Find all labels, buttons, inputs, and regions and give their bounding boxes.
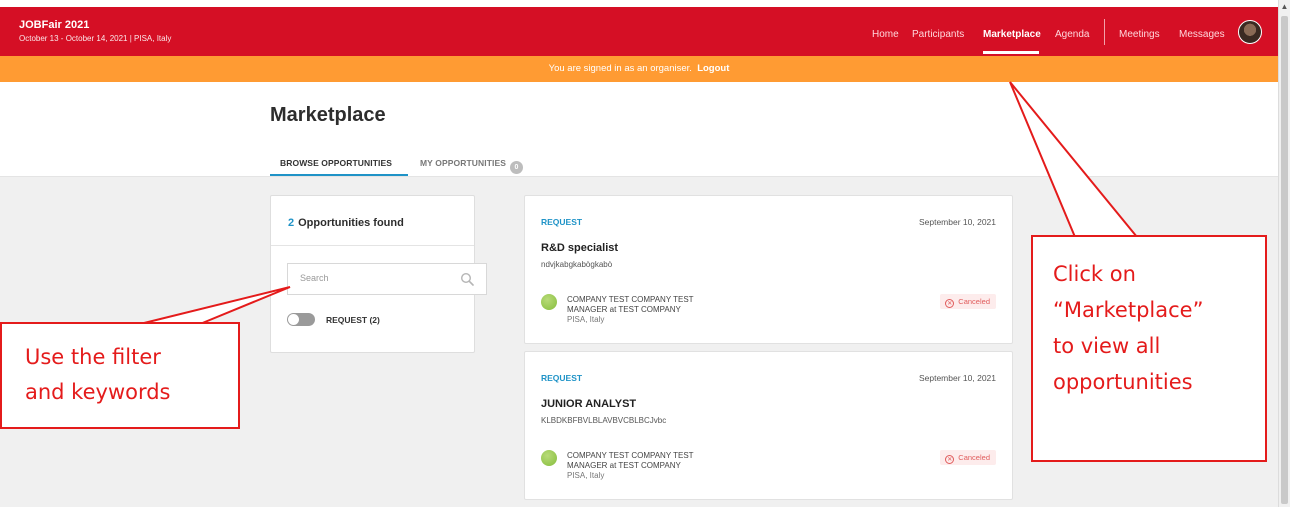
nav-active-indicator [983,51,1039,54]
company-contact[interactable]: COMPANY TEST COMPANY TEST [567,451,694,461]
nav-divider [1104,19,1105,45]
annotation-line: Click on [1053,262,1136,286]
company-info: COMPANY TEST COMPANY TEST MANAGER at TES… [567,451,694,481]
toggle-knob [288,314,299,325]
annotation-marketplace-note: Click on “Marketplace” to view all oppor… [1031,235,1267,462]
filter-panel: 2Opportunities found REQUEST (2) [270,195,487,353]
opportunity-type: REQUEST [541,373,583,383]
search-box[interactable] [287,263,487,295]
company-info: COMPANY TEST COMPANY TEST MANAGER at TES… [567,295,694,325]
opportunity-title[interactable]: JUNIOR ANALYST [541,398,636,410]
opportunity-description: ndvjkabgkabògkabò [541,260,613,269]
banner-text: You are signed in as an organiser. [548,63,692,74]
company-role: MANAGER at TEST COMPANY [567,461,681,470]
page-scrollbar[interactable]: ▲ [1278,0,1290,507]
results-count: 2 Opportunities found [288,217,404,229]
nav-messages[interactable]: Messages [1179,29,1225,40]
tab-my-opportunities-label: MY OPPORTUNITIES [420,158,506,168]
company-contact[interactable]: COMPANY TEST COMPANY TEST [567,295,694,305]
opportunity-date: September 10, 2021 [918,217,996,227]
cancel-icon: ✕ [945,455,955,464]
divider [271,245,474,246]
organiser-banner: You are signed in as an organiser. Logou… [0,56,1278,82]
annotation-line: “Marketplace” [1053,298,1204,322]
opportunity-card[interactable]: REQUEST September 10, 2021 JUNIOR ANALYS… [524,351,1013,500]
scroll-thumb[interactable] [1281,16,1288,504]
annotation-line: opportunities [1053,370,1193,394]
annotation-line: and keywords [25,380,171,404]
nav-home[interactable]: Home [872,29,899,40]
company-logo [541,450,557,466]
top-bar: JOBFair 2021 October 13 - October 14, 20… [0,7,1278,56]
count-badge: 0 [509,161,523,174]
company-location: PISA, Italy [567,315,605,324]
tab-browse-opportunities[interactable]: BROWSE OPPORTUNITIES [280,158,392,168]
status-label: Canceled [958,453,990,462]
scroll-up-icon[interactable]: ▲ [1279,2,1290,11]
opportunity-type: REQUEST [541,217,583,227]
company-role: MANAGER at TEST COMPANY [567,305,681,314]
nav-participants[interactable]: Participants [912,29,964,40]
request-filter-label[interactable]: REQUEST (2) [326,315,380,325]
page-title: Marketplace [270,104,386,126]
company-location: PISA, Italy [567,471,605,480]
logout-link[interactable]: Logout [697,63,729,74]
event-subtitle: October 13 - October 14, 2021 | PISA, It… [19,34,172,43]
status-badge: ✕ Canceled [940,450,996,465]
results-label: Opportunities found [298,217,404,229]
annotation-filter-note: Use the filter and keywords [0,322,240,429]
opportunity-date: September 10, 2021 [918,373,996,383]
event-name[interactable]: JOBFair 2021 [19,19,89,31]
status-badge: ✕ Canceled [940,294,996,309]
opportunity-title[interactable]: R&D specialist [541,242,618,254]
cancel-icon: ✕ [945,299,955,308]
search-icon[interactable] [460,272,474,286]
opportunity-card[interactable]: REQUEST September 10, 2021 R&D specialis… [524,195,1013,344]
nav-meetings[interactable]: Meetings [1119,29,1160,40]
tab-my-opportunities[interactable]: MY OPPORTUNITIES 0 [420,158,523,174]
annotation-line: to view all [1053,334,1161,358]
nav-marketplace[interactable]: Marketplace [983,29,1041,40]
company-logo [541,294,557,310]
opportunity-description: KLBDKBFBVLBLAVBVCBLBCJvbc [541,416,667,425]
request-filter-toggle[interactable] [287,313,315,326]
user-avatar[interactable] [1238,20,1262,44]
results-number: 2 [288,217,295,229]
status-label: Canceled [958,297,990,306]
nav-agenda[interactable]: Agenda [1055,29,1089,40]
search-input[interactable] [300,273,450,283]
annotation-line: Use the filter [25,345,161,369]
